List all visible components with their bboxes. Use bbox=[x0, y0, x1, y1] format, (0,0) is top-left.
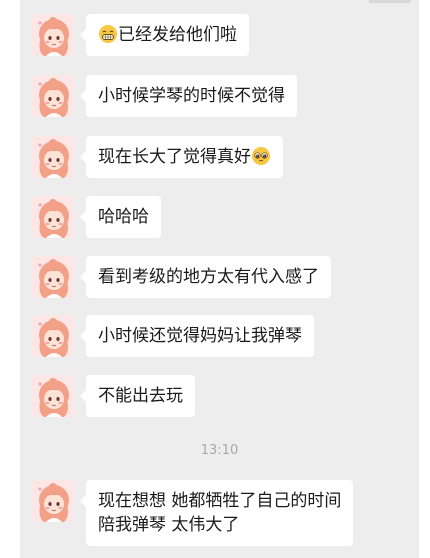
girl-avatar-icon[interactable] bbox=[32, 480, 74, 522]
top-scroll-indicator bbox=[369, 0, 411, 3]
message-bubble[interactable]: 小时候学琴的时候不觉得 bbox=[80, 75, 297, 117]
message-text: 已经发给他们啦 bbox=[118, 25, 237, 45]
girl-avatar-icon[interactable] bbox=[32, 256, 74, 298]
message-text-line: 陪我弹琴 太伟大了 bbox=[98, 515, 240, 535]
message-text: 看到考级的地方太有代入感了 bbox=[98, 267, 319, 287]
message-bubble[interactable]: 已经发给他们啦 bbox=[80, 14, 249, 56]
message-bubble[interactable]: 小时候还觉得妈妈让我弹琴 bbox=[80, 315, 314, 357]
message-bubble[interactable]: 不能出去玩 bbox=[80, 375, 195, 417]
message-text: 不能出去玩 bbox=[98, 386, 183, 406]
girl-avatar-icon[interactable] bbox=[32, 196, 74, 238]
message-text-line: 现在想想 她都牺牲了自己的时间 bbox=[98, 491, 342, 511]
chat-area: 已经发给他们啦 小时候学琴的时候不觉得 现在长大了觉得真好 哈哈哈 看到考级的地… bbox=[20, 0, 419, 558]
girl-avatar-icon[interactable] bbox=[32, 75, 74, 117]
pleading-face-emoji-icon bbox=[252, 147, 270, 165]
girl-avatar-icon[interactable] bbox=[32, 375, 74, 417]
message-bubble[interactable]: 看到考级的地方太有代入感了 bbox=[80, 256, 331, 298]
girl-avatar-icon[interactable] bbox=[32, 14, 74, 56]
timestamp: 13:10 bbox=[200, 443, 239, 458]
message-text: 现在长大了觉得真好 bbox=[98, 147, 251, 167]
message-bubble[interactable]: 现在想想 她都牺牲了自己的时间 陪我弹琴 太伟大了 bbox=[79, 480, 354, 546]
message-text: 小时候学琴的时候不觉得 bbox=[98, 86, 285, 106]
message-bubble[interactable]: 现在长大了觉得真好 bbox=[80, 136, 283, 178]
message-bubble[interactable]: 哈哈哈 bbox=[80, 196, 161, 238]
message-text: 哈哈哈 bbox=[98, 207, 149, 227]
message-text: 小时候还觉得妈妈让我弹琴 bbox=[98, 326, 302, 346]
girl-avatar-icon[interactable] bbox=[32, 315, 74, 357]
girl-avatar-icon[interactable] bbox=[32, 136, 74, 178]
grinning-face-emoji-icon bbox=[99, 25, 117, 43]
